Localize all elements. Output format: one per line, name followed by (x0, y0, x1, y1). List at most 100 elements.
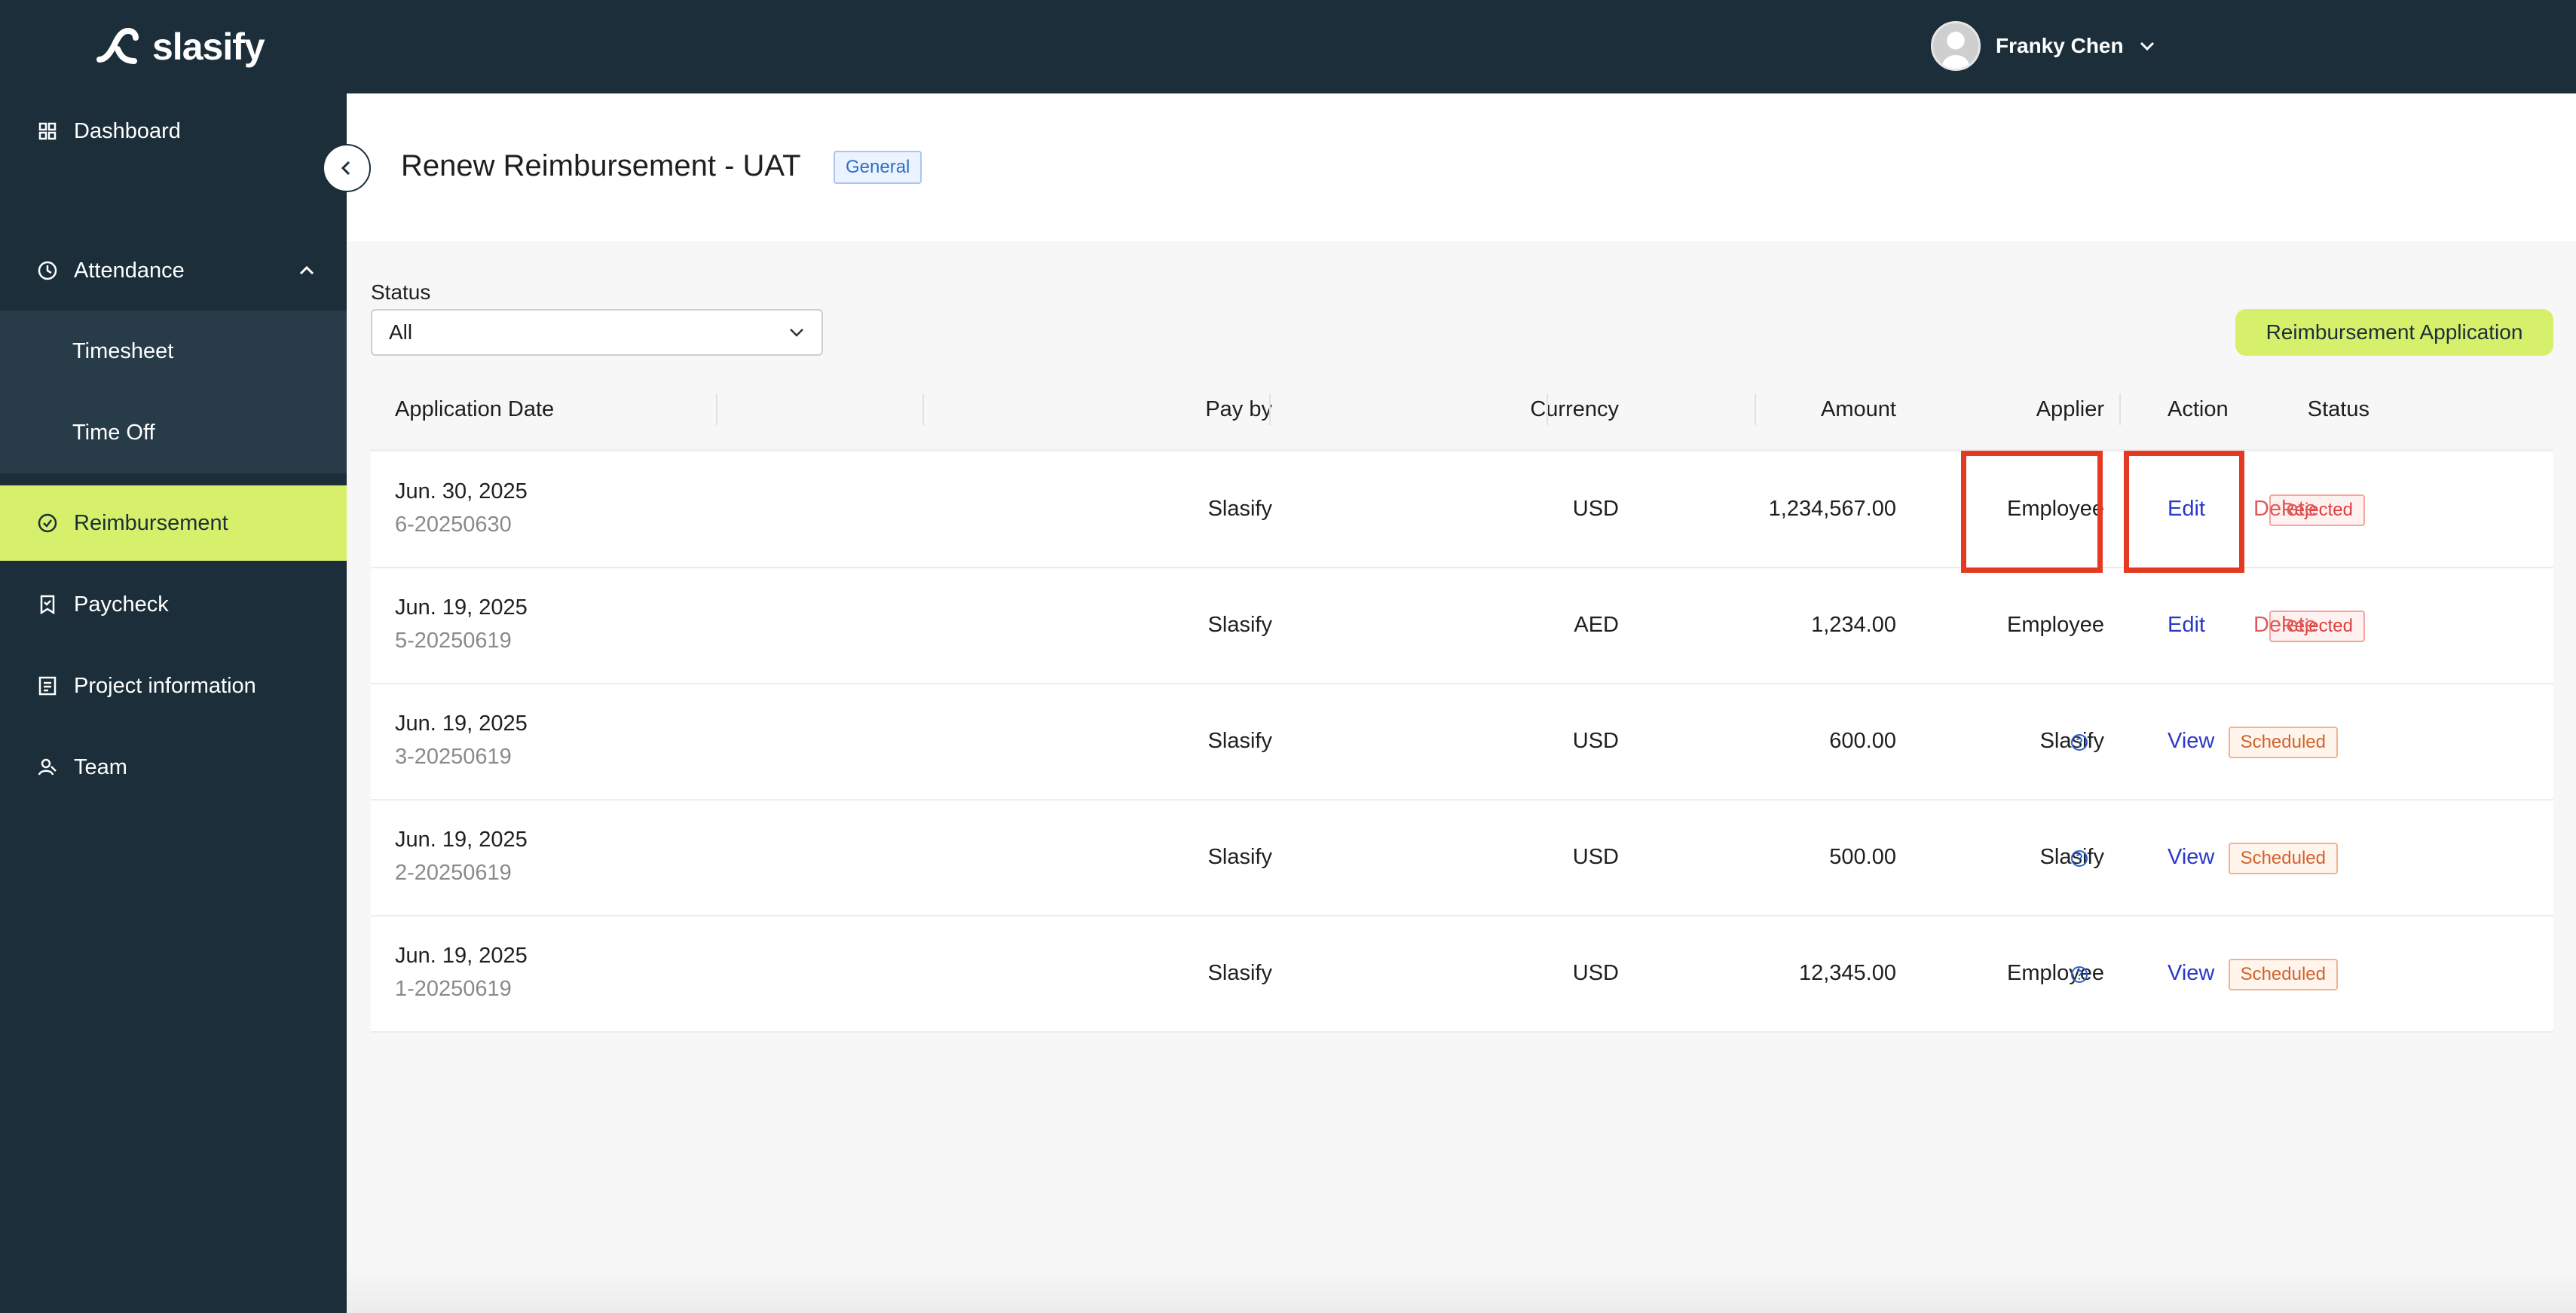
column-header-action: Action (2168, 397, 2229, 421)
sidebar-item-label: Attendance (74, 258, 185, 283)
delete-link[interactable]: Delete (2253, 497, 2317, 522)
column-header-amount[interactable]: Amount (1821, 368, 1896, 451)
application-date: Jun. 19, 2025 (395, 712, 528, 736)
highlight-box-edit (2124, 451, 2244, 573)
brand-logo[interactable]: slasify (95, 23, 265, 71)
application-id: 2-20250619 (395, 861, 512, 885)
slasify-logo-icon (96, 27, 139, 64)
status-filter-value: All (389, 320, 413, 344)
pay-by: Slasify (1207, 961, 1272, 985)
reimbursement-icon (36, 512, 59, 534)
sidebar-item-label: Time Off (72, 420, 155, 445)
delete-link[interactable]: Delete (2253, 613, 2317, 638)
page-title: Renew Reimbursement - UAT (401, 149, 801, 182)
amount: 12,345.00 (1798, 961, 1896, 985)
sidebar-item-label: Paycheck (74, 592, 169, 617)
table-row: Jun. 19, 2025 3-20250619 Slasify USD 600… (371, 684, 2553, 800)
column-divider (2119, 393, 2121, 425)
amount: 1,234,567.00 (1768, 497, 1896, 521)
column-divider (922, 393, 924, 425)
column-divider (1755, 393, 1756, 425)
pay-by: Slasify (1207, 497, 1272, 521)
column-header-applier[interactable]: Applier (2036, 368, 2104, 451)
pay-by: Slasify (1207, 729, 1272, 753)
application-id: 3-20250619 (395, 745, 512, 769)
view-link[interactable]: View (2168, 729, 2214, 754)
currency: USD (1572, 497, 1619, 521)
table-row: Jun. 19, 2025 5-20250619 Slasify AED 1,2… (371, 568, 2553, 684)
clock-icon (36, 259, 59, 282)
amount: 1,234.00 (1811, 613, 1896, 637)
question-circle-icon[interactable] (2070, 849, 2089, 868)
paycheck-icon (36, 593, 59, 616)
sidebar-item-project-information[interactable]: Project information (0, 648, 347, 724)
avatar (1931, 21, 1981, 71)
column-divider (1269, 393, 1271, 425)
pay-by: Slasify (1207, 613, 1272, 637)
application-id: 6-20250630 (395, 513, 512, 537)
column-divider (1547, 393, 1548, 425)
currency: USD (1572, 845, 1619, 869)
sidebar-item-label: Timesheet (72, 338, 174, 363)
question-circle-icon[interactable] (2070, 965, 2089, 984)
chevron-down-icon (2140, 41, 2154, 51)
sidebar-item-label: Team (74, 754, 127, 779)
sidebar: Dashboard Attendance Timesheet Time Off … (0, 93, 347, 1313)
top-bar: slasify Franky Chen (0, 0, 2576, 93)
application-id: 1-20250619 (395, 977, 512, 1001)
application-date: Jun. 19, 2025 (395, 828, 528, 852)
sidebar-item-team[interactable]: Team (0, 730, 347, 805)
sidebar-item-attendance[interactable]: Attendance (0, 229, 347, 312)
status-badge: Scheduled (2228, 727, 2338, 758)
sidebar-item-reimbursement[interactable]: Reimbursement (0, 485, 347, 561)
reimbursement-application-button[interactable]: Reimbursement Application (2235, 309, 2553, 356)
sidebar-item-label: Reimbursement (74, 510, 228, 535)
application-date: Jun. 19, 2025 (395, 595, 528, 620)
application-date: Jun. 30, 2025 (395, 479, 528, 503)
brand-name: slasify (152, 26, 265, 68)
view-link[interactable]: View (2168, 961, 2214, 986)
category-tag: General (834, 151, 922, 184)
sidebar-item-label: Dashboard (74, 118, 181, 143)
column-header-pay-by[interactable]: Pay by (1205, 368, 1272, 451)
question-circle-icon[interactable] (2070, 733, 2089, 752)
column-header-application-date[interactable]: Application Date (395, 368, 554, 451)
team-icon (36, 756, 59, 779)
table-row: Jun. 19, 2025 2-20250619 Slasify USD 500… (371, 800, 2553, 917)
column-header-status[interactable]: Status (2308, 368, 2369, 451)
sidebar-item-label: Project information (74, 673, 256, 698)
view-link[interactable]: View (2168, 845, 2214, 870)
pay-by: Slasify (1207, 845, 1272, 869)
user-name: Franky Chen (1996, 34, 2124, 57)
table-row: Jun. 19, 2025 1-20250619 Slasify USD 12,… (371, 917, 2553, 1033)
amount: 500.00 (1829, 845, 1896, 869)
currency: USD (1572, 729, 1619, 753)
status-badge: Scheduled (2228, 959, 2338, 990)
edit-link[interactable]: Edit (2168, 613, 2205, 638)
application-id: 5-20250619 (395, 629, 512, 653)
column-divider (716, 393, 717, 425)
sidebar-item-time-off[interactable]: Time Off (0, 392, 347, 473)
column-header-currency[interactable]: Currency (1530, 368, 1619, 451)
collapse-sidebar-button[interactable] (323, 144, 371, 192)
applier: Employee (2007, 961, 2104, 985)
sidebar-item-dashboard[interactable]: Dashboard (0, 93, 347, 169)
currency: AED (1574, 613, 1619, 637)
status-filter-select[interactable]: All (371, 309, 823, 356)
chevron-left-icon (341, 161, 350, 176)
sidebar-item-timesheet[interactable]: Timesheet (0, 311, 347, 392)
amount: 600.00 (1829, 729, 1896, 753)
table-header: Application Date Pay by Currency Amount … (371, 368, 2553, 451)
status-badge: Scheduled (2228, 843, 2338, 874)
highlight-box-status (1961, 451, 2103, 573)
currency: USD (1572, 961, 1619, 985)
sidebar-item-paycheck[interactable]: Paycheck (0, 567, 347, 642)
applier: Employee (2007, 613, 2104, 637)
user-menu[interactable]: Franky Chen (1931, 21, 2155, 71)
application-date: Jun. 19, 2025 (395, 944, 528, 968)
chevron-down-icon (790, 329, 803, 337)
status-filter-label: Status (371, 280, 431, 304)
document-list-icon (36, 675, 59, 697)
page-header: Renew Reimbursement - UAT General (347, 93, 2576, 241)
page-footer-shadow (347, 1266, 2576, 1313)
